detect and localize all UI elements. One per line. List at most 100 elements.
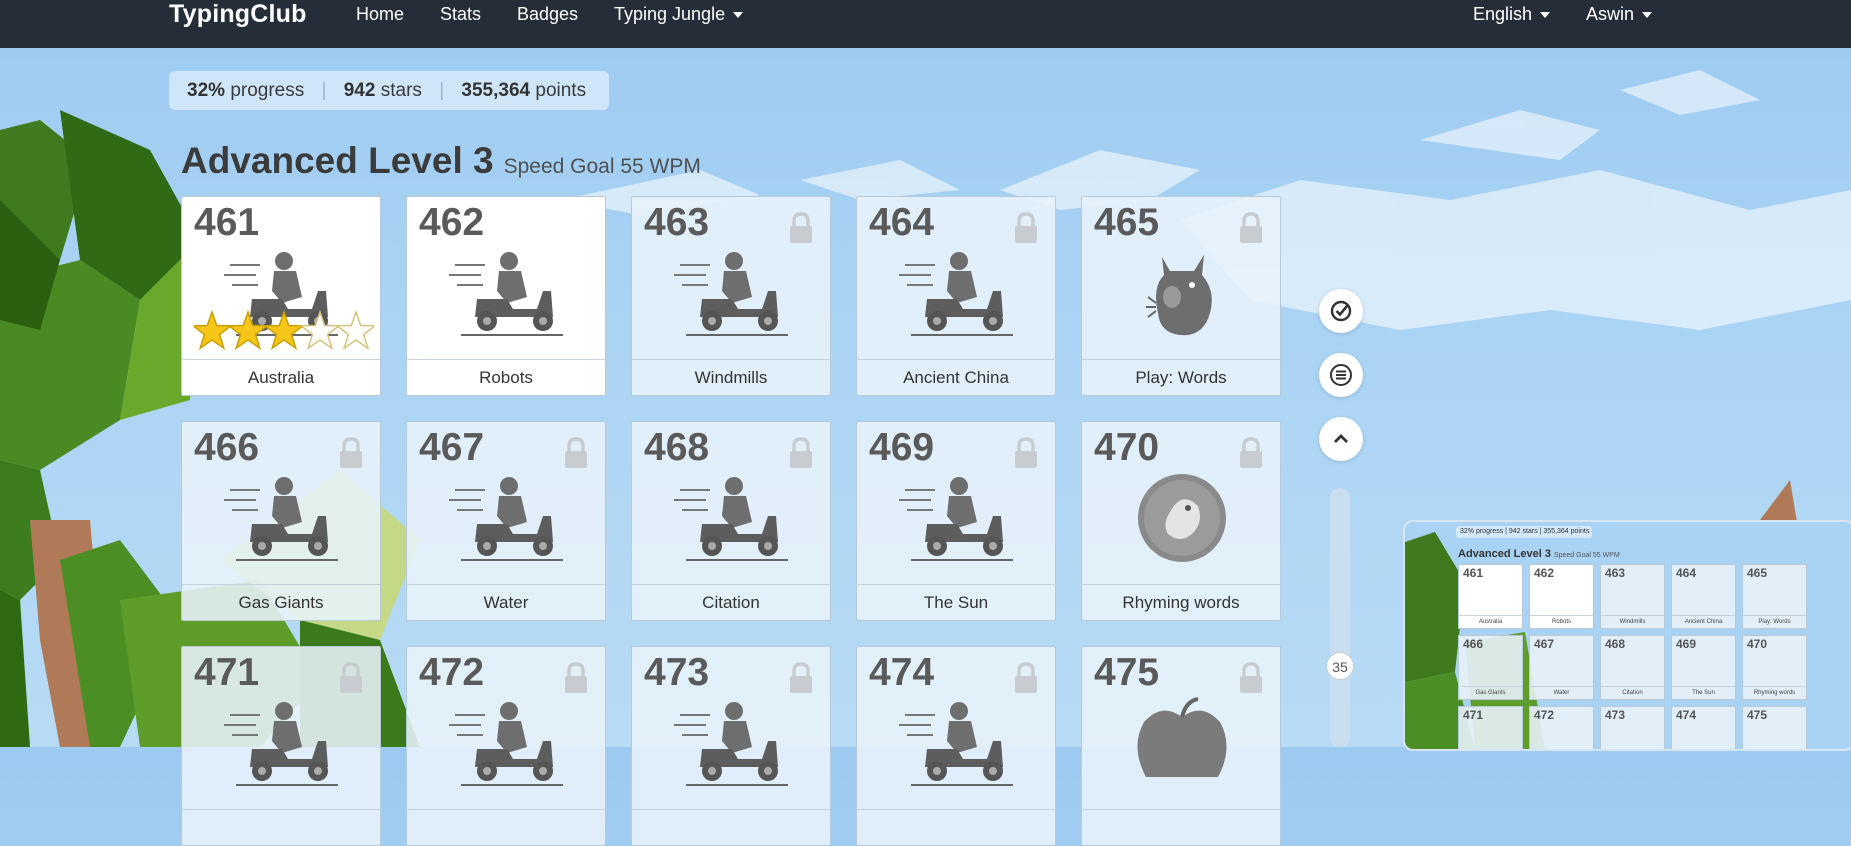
thumbnail-card-title: Robots (1530, 615, 1593, 628)
lesson-title (857, 809, 1055, 845)
thumbnail-card-472: 472 (1529, 706, 1594, 749)
scooter-illustration (222, 472, 342, 562)
lesson-number: 469 (869, 426, 935, 469)
thumbnail-card-471: 471 (1458, 706, 1523, 749)
lesson-number: 468 (644, 426, 710, 469)
thumbnail-title: Advanced Level 3 Speed Goal 55 WPM (1458, 548, 1620, 560)
lesson-number: 467 (419, 426, 485, 469)
lesson-card-462[interactable]: 462 Robots (406, 196, 606, 396)
menu-button[interactable] (1319, 353, 1363, 397)
monster-illustration (1122, 247, 1242, 337)
thumbnail-card-number: 470 (1747, 637, 1768, 651)
scroll-handle[interactable]: 35 (1326, 652, 1354, 680)
lesson-number: 463 (644, 201, 710, 244)
lesson-card-464[interactable]: 464 Ancient China (856, 196, 1056, 396)
check-button[interactable] (1319, 289, 1363, 333)
points-count: 355,364 (461, 80, 531, 101)
lesson-card-463[interactable]: 463 Windmills (631, 196, 831, 396)
user-menu[interactable]: Aswin (1586, 4, 1653, 25)
points-label: points (535, 80, 587, 101)
thumbnail-card-475: 475 (1742, 706, 1807, 749)
lock-icon (1011, 661, 1041, 695)
nav-badges[interactable]: Badges (517, 4, 578, 25)
nav-typing-jungle[interactable]: Typing Jungle (614, 4, 744, 25)
thumbnail-card-465: 465 Play: Words (1742, 564, 1807, 629)
lock-icon (1011, 211, 1041, 245)
lesson-card-474[interactable]: 474 (856, 646, 1056, 846)
lock-icon (1236, 661, 1266, 695)
lesson-title: Water (407, 584, 605, 620)
chevron-up-icon (1334, 434, 1348, 443)
thumbnail-card-number: 464 (1676, 566, 1697, 580)
lesson-card-466[interactable]: 466 Gas Giants (181, 421, 381, 621)
lesson-card-461[interactable]: 461 Australia (181, 196, 381, 396)
preview-thumbnail[interactable]: 32% progress | 942 stars | 355,364 point… (1403, 520, 1851, 751)
thumbnail-card-474: 474 (1671, 706, 1736, 749)
scooter-illustration (897, 697, 1017, 787)
progress-percent-label: progress (230, 80, 305, 101)
star-rating (190, 307, 378, 357)
thumbnail-card-470: 470 Rhyming words (1742, 635, 1807, 700)
star-icon (226, 309, 270, 351)
lesson-card-467[interactable]: 467 Water (406, 421, 606, 621)
lesson-card-472[interactable]: 472 (406, 646, 606, 846)
lesson-number: 475 (1094, 651, 1160, 694)
thumbnail-card-number: 467 (1534, 637, 1555, 651)
lesson-title: Citation (632, 584, 830, 620)
scooter-illustration (897, 472, 1017, 562)
speed-goal: Speed Goal 55 WPM (503, 155, 701, 178)
lesson-number: 464 (869, 201, 935, 244)
thumbnail-card-number: 475 (1747, 708, 1768, 722)
thumbnail-card-number: 466 (1463, 637, 1484, 651)
thumbnail-card-number: 469 (1676, 637, 1697, 651)
user-name: Aswin (1586, 4, 1635, 24)
nav-stats[interactable]: Stats (440, 4, 481, 25)
star-icon (298, 309, 342, 351)
lesson-title: The Sun (857, 584, 1055, 620)
lesson-card-465[interactable]: 465 Play: Words (1081, 196, 1281, 396)
lesson-card-475[interactable]: 475 (1081, 646, 1281, 846)
scooter-illustration (672, 697, 792, 787)
thumbnail-card-title: Gas Giants (1459, 686, 1522, 699)
thumbnail-card-title: Windmills (1601, 615, 1664, 628)
star-icon (334, 309, 378, 351)
language-label: English (1473, 4, 1533, 24)
scooter-illustration (447, 472, 567, 562)
language-menu[interactable]: English (1473, 4, 1551, 25)
thumbnail-card-469: 469 The Sun (1671, 635, 1736, 700)
thumbnail-card-number: 461 (1463, 566, 1484, 580)
lesson-card-471[interactable]: 471 (181, 646, 381, 846)
thumbnail-card-title: The Sun (1672, 686, 1735, 699)
bird-coin-illustration (1122, 472, 1242, 562)
lesson-card-469[interactable]: 469 The Sun (856, 421, 1056, 621)
thumbnail-card-461: 461 Australia (1458, 564, 1523, 629)
thumbnail-card-title: Ancient China (1672, 615, 1735, 628)
scooter-illustration (897, 247, 1017, 337)
thumbnail-card-number: 463 (1605, 566, 1626, 580)
lesson-title (1082, 809, 1280, 845)
thumbnail-card-number: 465 (1747, 566, 1768, 580)
thumbnail-card-number: 468 (1605, 637, 1626, 651)
lesson-card-470[interactable]: 470 Rhyming words (1081, 421, 1281, 621)
lock-icon (336, 436, 366, 470)
separator: | (321, 80, 327, 101)
thumbnail-card-title: Australia (1459, 615, 1522, 628)
lesson-title: Robots (407, 359, 605, 395)
chevron-down-icon (733, 12, 744, 19)
thumbnail-card-466: 466 Gas Giants (1458, 635, 1523, 700)
nav-typing-jungle-label: Typing Jungle (614, 4, 726, 24)
progress-summary: 32% progress | 942 stars | 355,364 point… (169, 71, 609, 110)
lesson-number: 473 (644, 651, 710, 694)
brand-logo[interactable]: TypingClub (169, 0, 307, 29)
scroll-track[interactable] (1330, 488, 1350, 747)
level-title: Advanced Level 3 (181, 140, 494, 181)
lesson-card-468[interactable]: 468 Citation (631, 421, 831, 621)
lock-icon (1011, 436, 1041, 470)
lesson-card-473[interactable]: 473 (631, 646, 831, 846)
lesson-number: 462 (419, 201, 485, 244)
lesson-title: Gas Giants (182, 584, 380, 620)
scroll-up-button[interactable] (1319, 417, 1363, 461)
nav-home[interactable]: Home (356, 4, 404, 25)
scooter-illustration (672, 247, 792, 337)
lesson-title (632, 809, 830, 845)
